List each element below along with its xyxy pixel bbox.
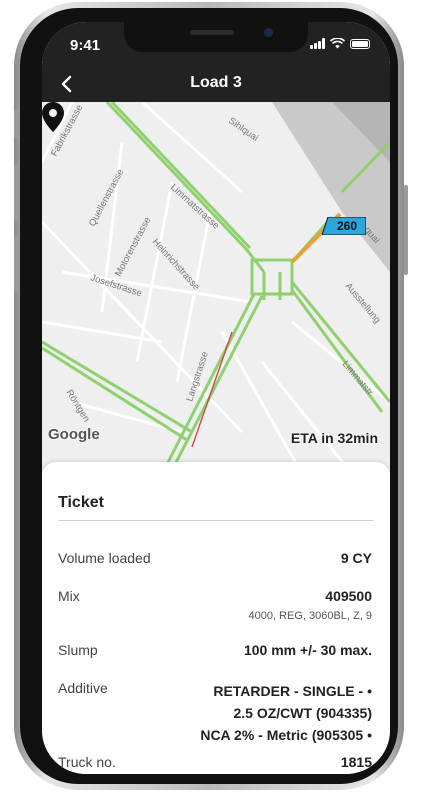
page-title: Load 3: [190, 74, 242, 91]
slump-label: Slump: [58, 642, 98, 658]
front-camera: [264, 28, 273, 37]
wifi-icon: [330, 38, 345, 49]
ticket-sheet: Ticket Volume loaded 9 CY Mix 409500 400…: [42, 462, 390, 774]
traffic-badge: 260: [322, 217, 366, 235]
power-button: [404, 185, 408, 275]
additive-line-1: RETARDER - SINGLE - •: [213, 683, 372, 699]
additive-line-3: NCA 2% - Metric (905305 •: [200, 727, 372, 743]
eta-label: ETA in 32min: [290, 430, 378, 446]
notch: [124, 22, 308, 52]
status-time: 9:41: [70, 37, 101, 54]
mix-label: Mix: [58, 588, 80, 604]
volume-up-button: [14, 165, 18, 221]
volume-value: 9 CY: [340, 550, 372, 566]
additive-label: Additive: [58, 680, 108, 696]
ticket-divider: [58, 520, 374, 521]
additive-value: RETARDER - SINGLE - • 2.5 OZ/CWT (904335…: [200, 680, 372, 746]
cellular-signal-icon: [310, 38, 325, 49]
slump-value: 100 mm +/- 30 max.: [243, 642, 372, 658]
map-canvas: Sihlquai Fabrikstrasse Quellenstrasse Li…: [42, 102, 390, 474]
nav-bar: Load 3: [42, 66, 390, 102]
location-pin-icon[interactable]: [42, 102, 64, 132]
route-map[interactable]: Sihlquai Fabrikstrasse Quellenstrasse Li…: [42, 102, 390, 474]
ticket-title: Ticket: [58, 494, 104, 511]
mix-value: 409500: [325, 588, 372, 604]
google-logo: Google: [48, 426, 100, 443]
status-bar: 9:41: [42, 22, 390, 66]
volume-label: Volume loaded: [58, 550, 151, 566]
truck-value: 1815: [340, 754, 372, 770]
mute-switch: [14, 110, 18, 138]
status-icons: [310, 38, 370, 49]
additive-line-2: 2.5 OZ/CWT (904335): [233, 705, 373, 721]
volume-down-button: [14, 236, 18, 292]
battery-icon: [350, 38, 370, 49]
traffic-badge-value: 260: [336, 219, 358, 233]
phone-screen: 9:41 Load 3 Sihlquai Fabrikstrasse Quell…: [42, 22, 390, 774]
speaker-grille: [190, 30, 234, 35]
truck-label: Truck no.: [58, 754, 116, 770]
mix-detail: 4000, REG, 3060BL, Z, 9: [248, 610, 372, 622]
